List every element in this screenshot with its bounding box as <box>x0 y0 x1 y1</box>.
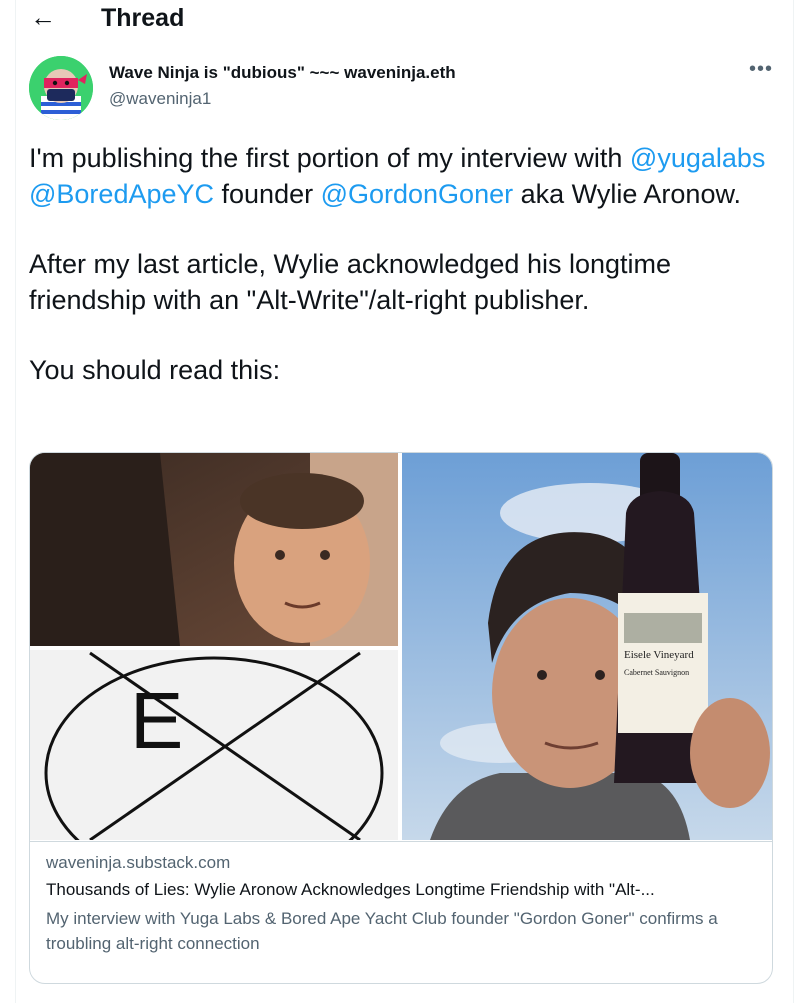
mention-yugalabs[interactable]: @yugalabs <box>630 143 766 173</box>
tweet-paragraph-2: After my last article, Wylie acknowledge… <box>29 249 672 315</box>
mention-gordongoner[interactable]: @GordonGoner <box>321 179 514 209</box>
tweet-text-segment: aka Wylie Aronow. <box>513 179 741 209</box>
tweet-paragraph-3: You should read this: <box>29 355 281 385</box>
tweet-paragraph-1: I'm publishing the first portion of my i… <box>29 140 779 212</box>
right-border <box>793 0 794 1003</box>
tweet-text-segment: I'm publishing the first portion of my i… <box>29 143 630 173</box>
wine-label-wine: Cabernet Sauvignon <box>624 668 689 677</box>
card-image: E Eisele Vineyard Cabernet Sauvignon <box>30 453 772 890</box>
link-preview-card[interactable]: E Eisele Vineyard Cabernet Sauvignon wav… <box>29 452 773 984</box>
card-title: Thousands of Lies: Wylie Aronow Acknowle… <box>46 880 655 899</box>
arrow-left-icon[interactable]: ← <box>30 2 56 32</box>
tweet-text: I'm publishing the first portion of my i… <box>29 140 779 388</box>
mention-boredapeyc[interactable]: @BoredApeYC <box>29 179 214 209</box>
left-border <box>15 0 16 1003</box>
tweet-text-segment: founder <box>214 179 321 209</box>
card-meta: waveninja.substack.com Thousands of Lies… <box>30 841 772 953</box>
logo-letter: E <box>130 676 183 765</box>
card-description: My interview with Yuga Labs & Bored Ape … <box>46 909 718 953</box>
wine-label-vineyard: Eisele Vineyard <box>624 649 694 661</box>
avatar[interactable] <box>29 56 93 120</box>
page-title: Thread <box>101 4 185 32</box>
author-handle[interactable]: @waveninja1 <box>109 88 211 110</box>
thread-header: ← Thread <box>0 0 800 40</box>
card-domain: waveninja.substack.com <box>46 853 231 872</box>
more-horizontal-icon[interactable]: ••• <box>749 58 773 81</box>
author-display-name[interactable]: Wave Ninja is "dubious" ~~~ waveninja.et… <box>109 62 456 84</box>
